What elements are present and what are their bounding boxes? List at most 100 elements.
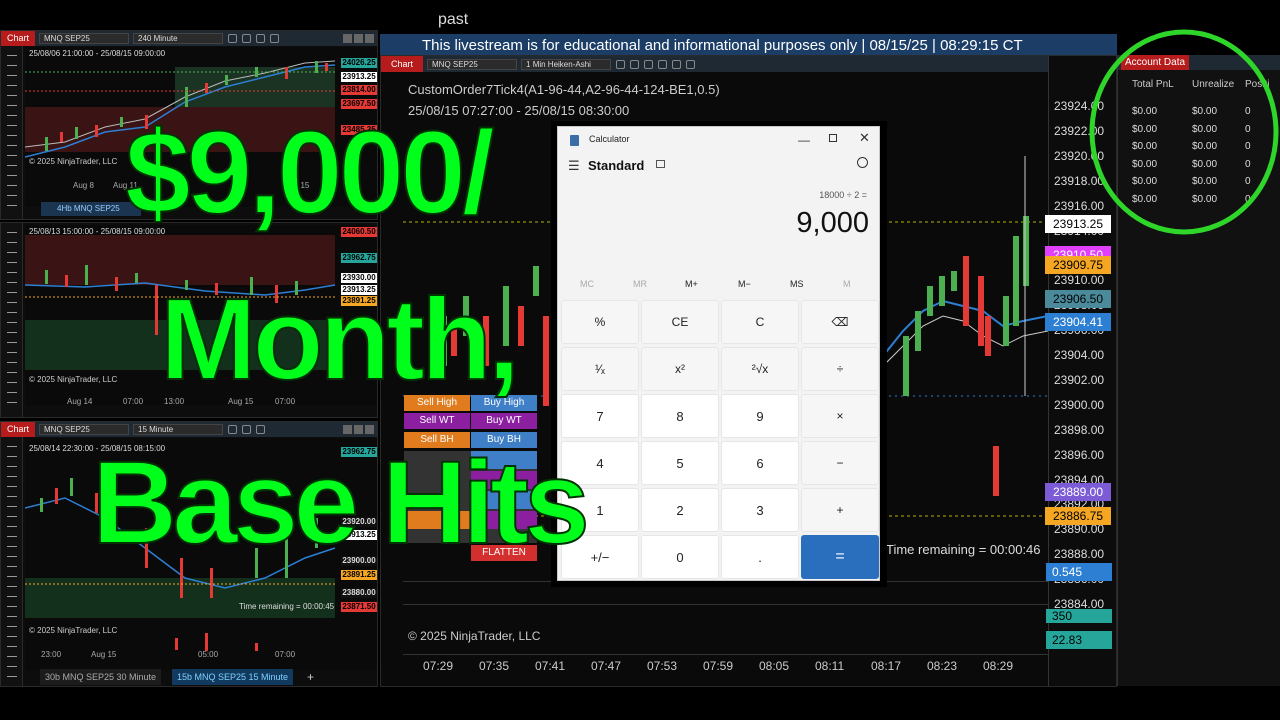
x-label: Aug 8 [73, 181, 94, 190]
memory-store-button[interactable]: MS [790, 279, 804, 289]
minus-button[interactable]: − [801, 441, 879, 485]
tab-15min-chart[interactable]: 15b MNQ SEP25 15 Minute [172, 669, 294, 685]
memory-clear-button[interactable]: MC [580, 279, 594, 289]
chart-tab[interactable]: Chart [1, 31, 36, 46]
percent-button[interactable]: % [561, 300, 639, 344]
price-tag: 23871.50 [341, 602, 377, 612]
time-tick-label: 08:11 [815, 659, 845, 673]
zoom-in-icon[interactable] [630, 59, 640, 69]
y-tick-label: 23904.00 [1054, 348, 1105, 362]
digit-6-button[interactable]: 6 [721, 441, 799, 485]
window-buttons[interactable] [343, 425, 377, 434]
chart-tab[interactable]: Chart [381, 56, 424, 72]
sub-value-tag: 0.545 [1046, 563, 1112, 581]
time-tick-label: 07:41 [535, 659, 566, 673]
time-tick-label: 07:29 [423, 659, 454, 673]
history-icon[interactable] [857, 157, 868, 168]
instrument-select[interactable]: MNQ SEP25 [39, 424, 130, 435]
zoom-icon[interactable] [242, 34, 252, 43]
clear-entry-button[interactable]: CE [641, 300, 719, 344]
crosshair-icon[interactable] [256, 34, 266, 43]
decimal-button[interactable]: . [721, 535, 799, 579]
digit-0-button[interactable]: 0 [641, 535, 719, 579]
time-tick-label: 08:23 [927, 659, 958, 673]
plus-button[interactable]: + [801, 488, 879, 532]
memory-add-button[interactable]: M+ [685, 279, 698, 289]
memory-recall-button[interactable]: MR [633, 279, 647, 289]
time-remaining: Time remaining = 00:00:45 [239, 602, 335, 611]
square-root-button[interactable]: ²√x [721, 347, 799, 391]
banner-top-label: past [438, 11, 469, 28]
equals-button[interactable]: = [801, 535, 879, 579]
calculator-display: 9,000 [796, 207, 869, 239]
y-tick-label: 23896.00 [1054, 447, 1105, 462]
y-tick-label: 23898.00 [1054, 422, 1105, 437]
chart-titlebar: Chart MNQ SEP25 240 Minute [1, 31, 377, 46]
zoom-out-icon[interactable] [644, 59, 654, 69]
digit-7-button[interactable]: 7 [561, 394, 639, 438]
window-buttons[interactable] [343, 34, 377, 43]
pencil-icon[interactable] [672, 59, 682, 69]
drawing-toolbar[interactable] [1, 223, 23, 417]
interval-select[interactable]: 1 Min Heiken-Ashi [521, 58, 612, 70]
digit-8-button[interactable]: 8 [641, 394, 719, 438]
digit-5-button[interactable]: 5 [641, 441, 719, 485]
main-price-tag: 23889.00 [1045, 483, 1111, 501]
minimize-button[interactable]: — [798, 133, 810, 147]
calculator-expression: 18000 ÷ 2 = [819, 190, 867, 200]
draw-tool-icon[interactable] [228, 34, 238, 43]
settings-icon[interactable] [686, 59, 696, 69]
drawing-toolbar[interactable] [1, 46, 23, 219]
sub-panel-divider [403, 654, 1048, 655]
backspace-button[interactable]: ⌫ [801, 300, 879, 344]
sub-value-tag: 350 [1046, 609, 1112, 623]
price-tag: 24026.25 [341, 58, 377, 68]
square-button[interactable]: x² [641, 347, 719, 391]
multiply-button[interactable]: × [801, 394, 879, 438]
instrument-select[interactable]: MNQ SEP25 [39, 33, 130, 44]
digit-9-button[interactable]: 9 [721, 394, 799, 438]
y-tick-label: 23900.00 [1054, 397, 1105, 412]
x-label: 07:00 [123, 397, 144, 406]
price-tag: 23891.25 [341, 570, 377, 580]
clear-button[interactable]: C [721, 300, 799, 344]
zoom-icon[interactable] [242, 425, 252, 434]
keep-on-top-icon[interactable] [656, 160, 665, 168]
divide-button[interactable]: ÷ [801, 347, 879, 391]
calculator-mode: Standard [588, 158, 645, 173]
draw-tool-icon[interactable] [228, 425, 238, 434]
time-tick-label: 07:59 [703, 659, 734, 673]
buy-wt-button[interactable]: Buy WT [471, 413, 537, 429]
interval-select[interactable]: 240 Minute [133, 33, 224, 44]
main-price-tag: 23909.75 [1045, 256, 1111, 274]
close-button[interactable]: ✕ [859, 130, 870, 146]
draw-tool-icon[interactable] [616, 59, 626, 69]
copyright: © 2025 NinjaTrader, LLC [29, 375, 118, 384]
reciprocal-button[interactable]: ¹⁄ₓ [561, 347, 639, 391]
chart-tab[interactable]: Chart [1, 422, 36, 437]
digit-3-button[interactable]: 3 [721, 488, 799, 532]
calculator-app-icon [570, 135, 579, 146]
memory-list-button[interactable]: M [843, 279, 851, 289]
pencil-icon[interactable] [270, 34, 280, 43]
y-tick-label: 23888.00 [1054, 547, 1105, 562]
livestream-banner: This livestream is for educational and i… [380, 34, 1117, 56]
add-tab-button[interactable]: + [302, 669, 319, 685]
overlay-line-3: Base Hits [91, 436, 591, 570]
tab-30min-chart[interactable]: 30b MNQ SEP25 30 Minute [40, 669, 162, 685]
highlight-circle [1089, 29, 1279, 235]
instrument-select[interactable]: MNQ SEP25 [427, 58, 518, 70]
maximize-button[interactable] [829, 134, 837, 142]
interval-select[interactable]: 15 Minute [133, 424, 224, 435]
memory-subtract-button[interactable]: M− [738, 279, 751, 289]
digit-2-button[interactable]: 2 [641, 488, 719, 532]
sell-wt-button[interactable]: Sell WT [404, 413, 470, 429]
hamburger-menu-icon[interactable]: ☰ [568, 158, 580, 174]
time-tick-label: 07:53 [647, 659, 678, 673]
drawing-toolbar[interactable] [1, 437, 23, 686]
main-price-tag: 23886.75 [1045, 507, 1111, 525]
crosshair-icon[interactable] [658, 59, 668, 69]
crosshair-icon[interactable] [256, 425, 266, 434]
main-chart-titlebar: Chart MNQ SEP25 1 Min Heiken-Ashi [381, 56, 1116, 72]
sub-value-tag: 22.83 [1046, 631, 1112, 649]
